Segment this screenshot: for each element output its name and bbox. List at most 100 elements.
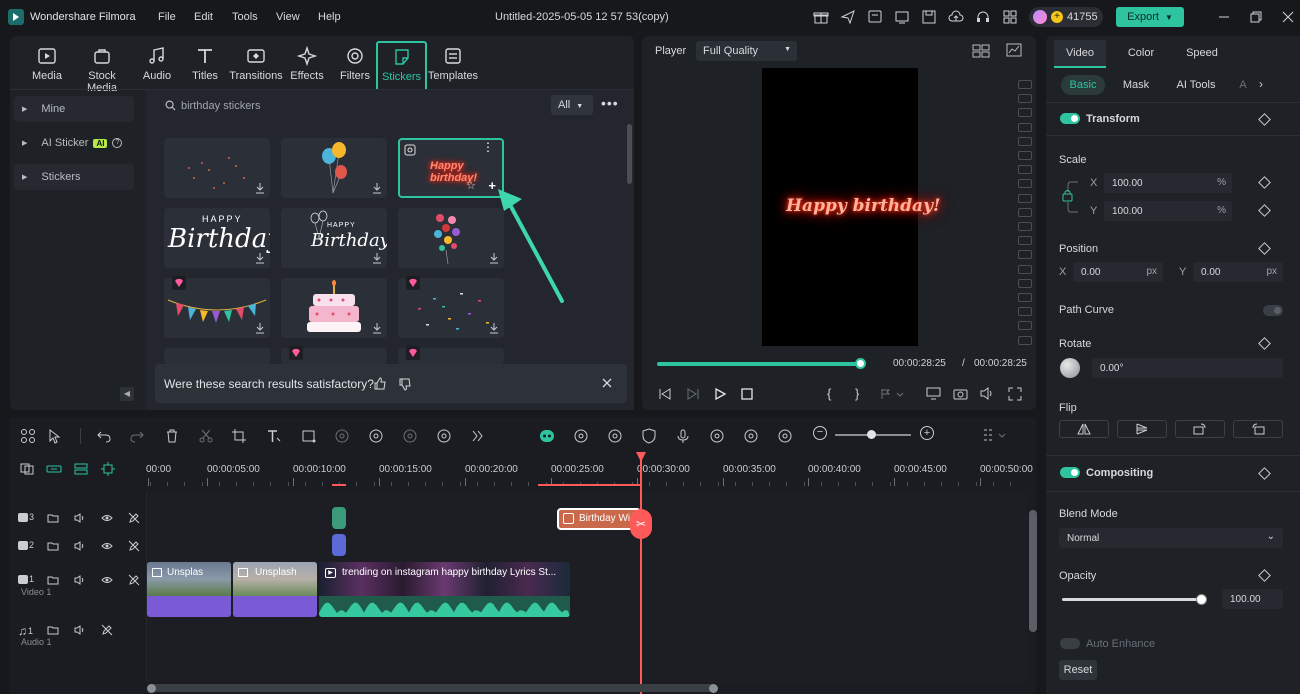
rotate-counterclockwise-button[interactable]: [1233, 420, 1283, 438]
path-curve-toggle[interactable]: [1263, 305, 1283, 316]
scissors-icon[interactable]: ✂: [630, 509, 652, 539]
sticker-tile[interactable]: [281, 346, 387, 364]
chevron-right-icon[interactable]: ›: [1259, 77, 1263, 91]
cut-icon[interactable]: [198, 428, 214, 444]
volume-icon[interactable]: [74, 574, 86, 586]
display-icon[interactable]: [926, 387, 941, 400]
tab-stickers[interactable]: Stickers: [376, 41, 427, 92]
transform-toggle[interactable]: [1060, 113, 1080, 124]
quality-dropdown[interactable]: Full Quality ▼: [696, 41, 797, 61]
minimize-icon[interactable]: [1216, 9, 1232, 25]
blend-mode-dropdown[interactable]: Normal ⌄: [1059, 528, 1283, 548]
link-clips-icon[interactable]: [46, 463, 62, 475]
detach-audio-icon[interactable]: [743, 428, 759, 444]
folder-icon[interactable]: [47, 624, 59, 636]
snapshot-camera-icon[interactable]: [953, 387, 968, 400]
position-y-input[interactable]: 0.00 px: [1193, 262, 1283, 282]
more-vertical-icon[interactable]: ⋮: [482, 141, 494, 153]
rotate-clockwise-button[interactable]: [1175, 420, 1225, 438]
menu-view[interactable]: View: [276, 11, 300, 23]
rotate-dial[interactable]: [1060, 358, 1080, 378]
play-icon[interactable]: [714, 388, 726, 400]
pencil-off-icon[interactable]: [128, 512, 140, 524]
camera-record-icon[interactable]: [573, 428, 589, 444]
effect-clip[interactable]: [332, 534, 346, 556]
zoom-out-icon[interactable]: −: [813, 426, 827, 440]
feedback-icon[interactable]: [867, 9, 883, 25]
layout-options-icon[interactable]: [982, 427, 1008, 443]
video-clip[interactable]: Unsplas: [147, 562, 231, 617]
tab-media[interactable]: Media: [18, 46, 76, 82]
pencil-off-icon[interactable]: [128, 574, 140, 586]
reset-button[interactable]: Reset: [1059, 660, 1097, 680]
sticker-tile[interactable]: [281, 138, 387, 198]
timeline-vertical-scrollbar[interactable]: [1029, 510, 1037, 632]
scale-x-input[interactable]: 100.00%: [1104, 173, 1232, 193]
tab-transitions[interactable]: Transitions: [227, 46, 285, 82]
thumbs-down-icon[interactable]: [398, 377, 412, 391]
send-icon[interactable]: [840, 9, 856, 25]
volume-icon[interactable]: [74, 512, 86, 524]
download-icon[interactable]: [254, 182, 266, 194]
sticker-tile[interactable]: [398, 346, 504, 364]
volume-icon[interactable]: [74, 540, 86, 552]
snap-icon[interactable]: [74, 463, 88, 475]
text-icon[interactable]: [266, 428, 282, 444]
folder-icon[interactable]: [47, 512, 59, 524]
mark-out-icon[interactable]: }: [855, 386, 859, 401]
sticker-tile[interactable]: [164, 276, 270, 338]
motion-tracking-icon[interactable]: [436, 428, 452, 444]
mark-in-icon[interactable]: {: [827, 386, 831, 401]
collapse-sidebar-button[interactable]: ◀: [120, 387, 134, 401]
sticker-tile[interactable]: [164, 138, 270, 198]
stop-icon[interactable]: [741, 388, 753, 400]
shield-icon[interactable]: [641, 428, 657, 444]
marker-track-icon[interactable]: [101, 462, 115, 476]
headset-icon[interactable]: [975, 9, 991, 25]
folder-icon[interactable]: [47, 540, 59, 552]
rectangle-crop-icon[interactable]: [301, 428, 317, 444]
download-icon[interactable]: [371, 322, 383, 334]
grid-apps-icon[interactable]: [1002, 9, 1018, 25]
subtab-audio-partial[interactable]: A: [1238, 79, 1248, 91]
fullscreen-icon[interactable]: [1008, 387, 1022, 401]
previous-frame-icon[interactable]: [658, 388, 672, 400]
subtab-mask[interactable]: Mask: [1116, 79, 1156, 91]
pencil-off-icon[interactable]: [128, 540, 140, 552]
gift-icon[interactable]: [813, 9, 829, 25]
redo-icon[interactable]: [129, 428, 145, 444]
eye-icon[interactable]: [101, 540, 113, 552]
download-icon[interactable]: [254, 322, 266, 334]
avatar[interactable]: [1033, 10, 1047, 24]
effect-clip[interactable]: [332, 507, 346, 529]
tab-speed[interactable]: Speed: [1180, 47, 1224, 59]
zoom-slider-handle[interactable]: [867, 430, 876, 439]
close-icon[interactable]: [602, 378, 612, 388]
scope-chart-icon[interactable]: [1006, 43, 1022, 57]
eye-icon[interactable]: [101, 512, 113, 524]
zoom-in-icon[interactable]: +: [920, 426, 934, 440]
save-icon[interactable]: [921, 9, 937, 25]
sticker-tile[interactable]: HAPPY Birthday: [281, 208, 387, 268]
help-icon[interactable]: ?: [112, 138, 123, 148]
sticker-tile[interactable]: [164, 348, 270, 364]
position-x-input[interactable]: 0.00 px: [1073, 262, 1163, 282]
close-icon[interactable]: [1280, 9, 1296, 25]
volume-icon[interactable]: [980, 387, 995, 400]
add-track-icon[interactable]: [20, 463, 34, 475]
sticker-tile[interactable]: [398, 208, 504, 268]
sticker-tile-selected[interactable]: Happy birthday! ⋮ ☆ +: [398, 138, 504, 198]
scale-y-input[interactable]: 100.00%: [1104, 201, 1232, 221]
link-lock-icon[interactable]: [1060, 180, 1080, 214]
split-screen-icon[interactable]: [777, 428, 793, 444]
next-frame-icon[interactable]: [686, 388, 700, 400]
screen-record-icon[interactable]: [607, 428, 623, 444]
auto-enhance-toggle[interactable]: [1060, 638, 1080, 649]
download-icon[interactable]: [488, 322, 500, 334]
video-preview[interactable]: Happy birthday!: [762, 68, 940, 346]
menu-file[interactable]: File: [158, 11, 176, 23]
video-clip-with-audio[interactable]: ▶ trending on instagram happy birthday L…: [319, 562, 570, 617]
favorite-star-icon[interactable]: ☆: [466, 179, 476, 192]
folder-icon[interactable]: [47, 574, 59, 586]
playhead[interactable]: [640, 456, 642, 694]
